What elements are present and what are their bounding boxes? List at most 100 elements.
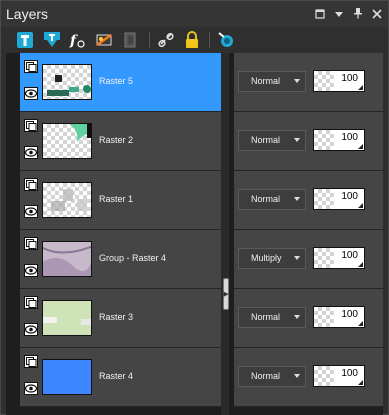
new-mask-layer-button[interactable] (95, 31, 113, 49)
resize-corner-icon (358, 262, 363, 267)
new-vector-layer-button[interactable] (43, 31, 61, 49)
eye-icon (25, 89, 37, 98)
layer-properties-button[interactable] (217, 31, 235, 49)
layer-row[interactable]: Raster 1 Normal 100 (6, 171, 383, 230)
chevron-right-icon: ▶ (223, 291, 229, 298)
link-layers-button[interactable] (157, 31, 175, 49)
visibility-toggle[interactable] (24, 87, 38, 100)
lock-layer-button[interactable] (183, 31, 201, 49)
layer-group-icon (124, 32, 136, 48)
opacity-field[interactable]: 100 (313, 247, 365, 269)
new-raster-layer-icon (17, 32, 33, 48)
chevron-down-icon (334, 11, 343, 17)
layer-lock-toggle[interactable] (24, 355, 38, 368)
layer-row-controls: Normal 100 (234, 53, 383, 112)
chevron-down-icon (294, 256, 300, 260)
blend-mode-value: Multiply (251, 253, 282, 263)
blend-mode-value: Normal (251, 371, 281, 381)
layer-type-icon (25, 61, 36, 72)
layer-name[interactable]: Group - Raster 4 (99, 253, 166, 263)
layer-row[interactable]: Raster 4 Normal 100 (6, 348, 383, 407)
layer-name[interactable]: Raster 5 (99, 76, 133, 86)
layers-toolbar: f (1, 27, 388, 53)
layer-thumbnail[interactable] (42, 359, 92, 395)
pin-button[interactable] (352, 8, 363, 19)
lock-layer-icon (186, 31, 198, 48)
new-mask-layer-icon (96, 33, 112, 47)
visibility-toggle[interactable] (24, 205, 38, 218)
layer-lock-toggle[interactable] (24, 296, 38, 309)
layer-row[interactable]: Group - Raster 4 Multiply 100 (6, 230, 383, 289)
blend-mode-dropdown[interactable]: Normal (238, 130, 306, 151)
layer-type-icon (25, 179, 36, 190)
layer-row-main[interactable]: Raster 2 (20, 112, 226, 171)
layer-name[interactable]: Raster 1 (99, 194, 133, 204)
layer-thumbnail[interactable] (42, 182, 92, 218)
layer-lock-toggle[interactable] (24, 119, 38, 132)
layer-thumbnail[interactable] (42, 241, 92, 277)
raster4-thumb-art (43, 360, 91, 394)
resize-corner-icon (358, 321, 363, 326)
visibility-toggle[interactable] (24, 146, 38, 159)
visibility-toggle[interactable] (24, 323, 38, 336)
layer-lock-toggle[interactable] (24, 60, 38, 73)
chevron-down-icon (294, 374, 300, 378)
eye-icon (25, 207, 37, 216)
layer-row-main[interactable]: Raster 4 (20, 348, 226, 407)
restore-window-button[interactable] (314, 8, 325, 19)
visibility-toggle[interactable] (24, 382, 38, 395)
opacity-field[interactable]: 100 (313, 188, 365, 210)
visibility-toggle[interactable] (24, 264, 38, 277)
layer-row-main[interactable]: Group - Raster 4 (20, 230, 226, 289)
layer-row[interactable]: Raster 3 Normal 100 (6, 289, 383, 348)
new-raster-layer-button[interactable] (16, 31, 34, 49)
opacity-field[interactable]: 100 (313, 306, 365, 328)
blend-mode-value: Normal (251, 194, 281, 204)
opacity-value: 100 (341, 132, 358, 143)
layer-lock-toggle[interactable] (24, 237, 38, 250)
blend-mode-dropdown[interactable]: Multiply (238, 248, 306, 269)
opacity-field[interactable]: 100 (313, 365, 365, 387)
chevron-down-icon (294, 197, 300, 201)
resize-corner-icon (358, 203, 363, 208)
new-adjustment-layer-button[interactable]: f (69, 31, 87, 49)
layer-row-main[interactable]: Raster 3 (20, 289, 226, 348)
eye-icon (25, 266, 37, 275)
layer-type-icon (25, 238, 36, 249)
svg-text:f: f (69, 33, 79, 49)
layer-name[interactable]: Raster 4 (99, 371, 133, 381)
blend-mode-dropdown[interactable]: Normal (238, 189, 306, 210)
layer-name[interactable]: Raster 3 (99, 312, 133, 322)
blend-mode-dropdown[interactable]: Normal (238, 71, 306, 92)
layer-row[interactable]: Raster 2 Normal 100 (6, 112, 383, 171)
opacity-field[interactable]: 100 (313, 70, 365, 92)
blend-mode-value: Normal (251, 312, 281, 322)
chevron-down-icon (294, 79, 300, 83)
layer-group-button[interactable] (121, 31, 139, 49)
blend-mode-value: Normal (251, 135, 281, 145)
splitter-grip[interactable]: ▶ (223, 278, 229, 310)
blend-mode-dropdown[interactable]: Normal (238, 307, 306, 328)
layer-name[interactable]: Raster 2 (99, 135, 133, 145)
opacity-field[interactable]: 100 (313, 129, 365, 151)
layer-row[interactable]: Raster 5 Normal 100 (6, 53, 383, 112)
new-adjustment-layer-icon: f (69, 33, 85, 49)
menu-button[interactable] (333, 8, 344, 19)
layer-thumbnail[interactable] (42, 300, 92, 336)
layer-row-controls: Normal 100 (234, 112, 383, 171)
resize-corner-icon (358, 380, 363, 385)
layer-thumbnail[interactable] (42, 64, 92, 100)
layer-lock-toggle[interactable] (24, 178, 38, 191)
panel-splitter[interactable] (221, 53, 229, 415)
layer-row-main[interactable]: Raster 1 (20, 171, 226, 230)
blend-mode-dropdown[interactable]: Normal (238, 366, 306, 387)
layer-row-main[interactable]: Raster 5 (20, 53, 226, 112)
chevron-down-icon (294, 138, 300, 142)
panel-titlebar[interactable]: Layers (1, 1, 388, 27)
pin-icon (353, 8, 362, 19)
resize-corner-icon (358, 144, 363, 149)
layer-row-controls: Normal 100 (234, 348, 383, 407)
close-button[interactable] (371, 8, 382, 19)
new-vector-layer-icon (44, 32, 60, 47)
layer-thumbnail[interactable] (42, 123, 92, 159)
